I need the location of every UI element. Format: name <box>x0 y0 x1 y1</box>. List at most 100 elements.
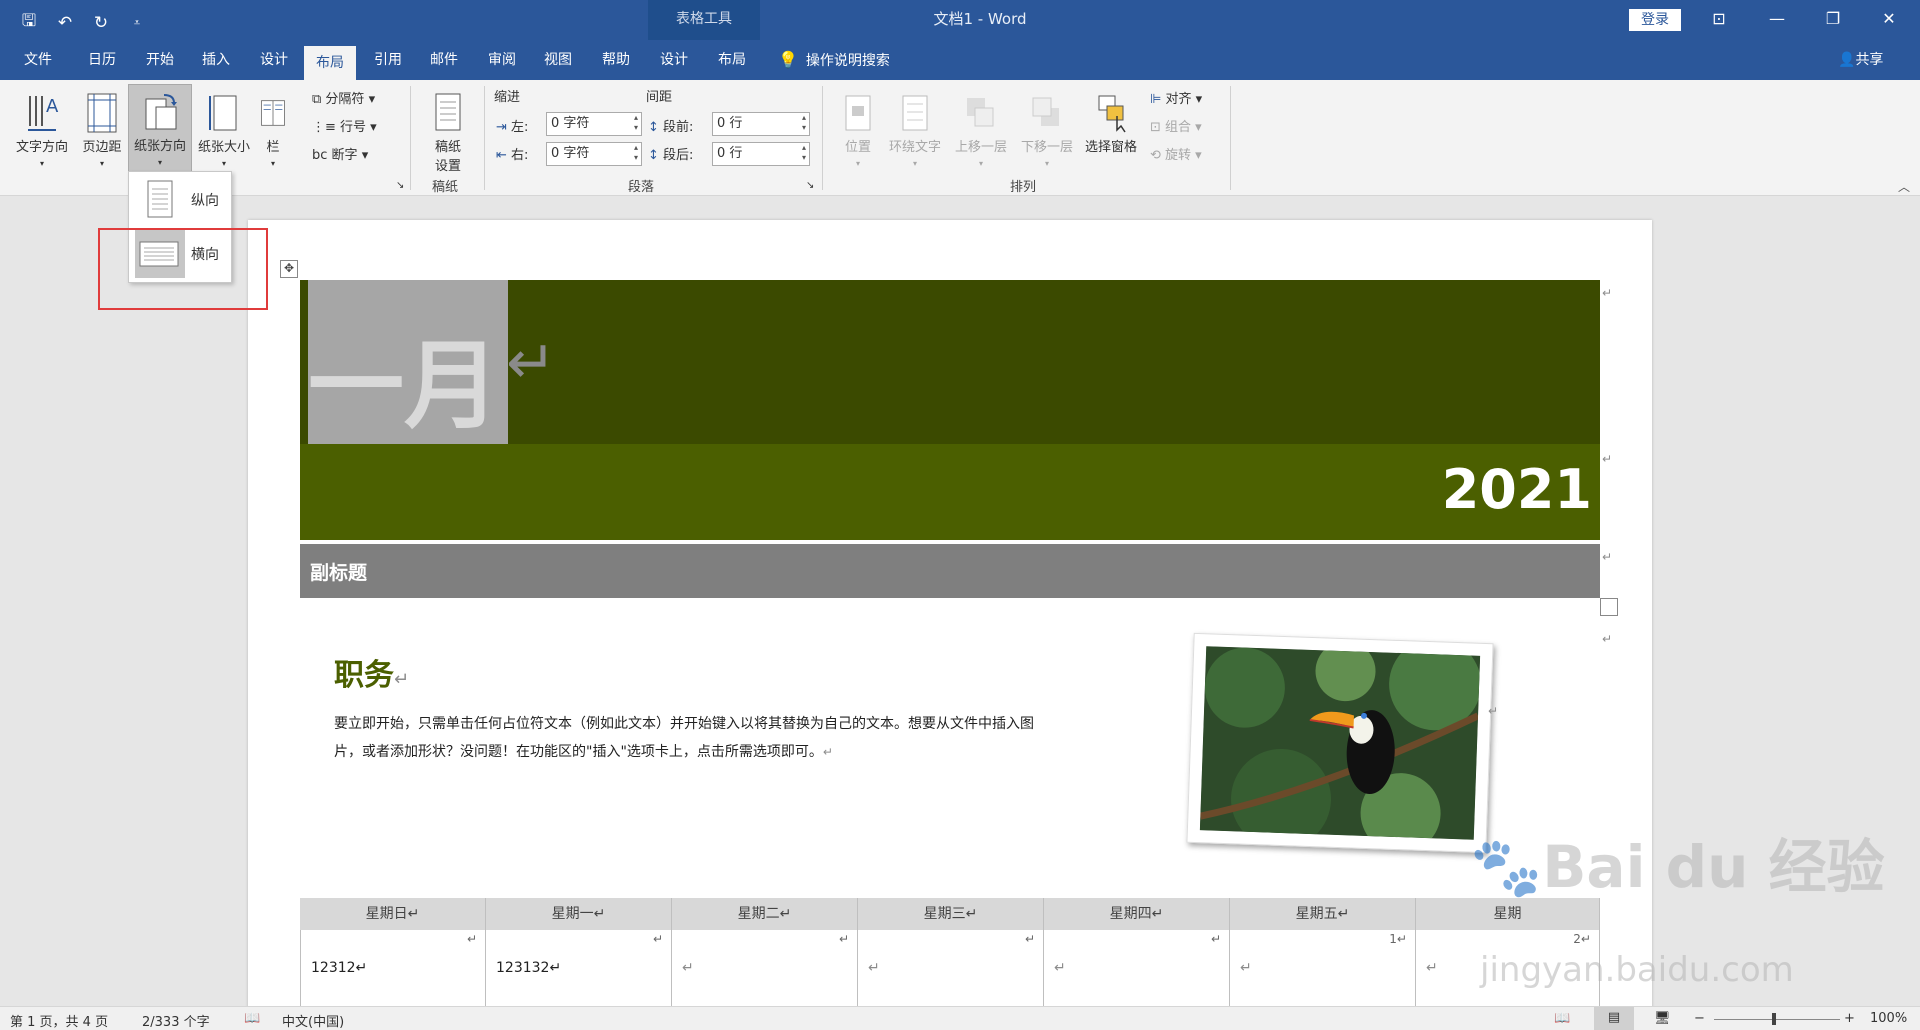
month-title[interactable]: 一月 <box>308 308 500 447</box>
spinner-arrows-icon[interactable]: ▴ ▾ <box>634 143 638 163</box>
subtitle-text[interactable]: 副标题 <box>310 558 367 585</box>
table-resize-handle[interactable] <box>1600 598 1618 616</box>
selection-pane-label: 选择窗格 <box>1084 140 1137 155</box>
restore-button[interactable]: ❐ <box>1810 0 1856 40</box>
body-paragraph[interactable]: 要立即开始，只需单击任何占位符文本（例如此文本）并开始键入以将其替换为自己的文本… <box>334 710 1094 766</box>
toucan-photo[interactable] <box>1186 632 1494 854</box>
rotate-button[interactable]: ⟲ 旋转 ▾ <box>1150 144 1202 163</box>
paragraph-launcher-icon[interactable]: ↘ <box>806 180 814 191</box>
calendar-cell[interactable]: ↵ 123132↵ <box>486 930 672 1010</box>
customize-qat-icon[interactable]: ⩡ <box>126 16 148 30</box>
spinner-arrows-icon[interactable]: ▴ ▾ <box>634 113 638 133</box>
calendar-cell[interactable]: ↵ 12312↵ <box>300 930 486 1010</box>
dropdown-caret-icon: ▾ <box>39 159 44 168</box>
tab-help[interactable]: 帮助 <box>590 40 642 80</box>
share-button[interactable]: 👤共享 <box>1838 40 1883 80</box>
manuscript-setup-button[interactable]: 稿纸 设置 <box>424 86 472 174</box>
zoom-slider[interactable] <box>1714 1019 1840 1020</box>
text-direction-button[interactable]: A 文字方向 ▾ <box>10 86 74 172</box>
spacing-before-input[interactable]: 0 行 ▴ ▾ <box>712 112 810 136</box>
proofing-icon[interactable]: 📖 <box>244 1011 260 1026</box>
orientation-portrait-item[interactable]: 纵向 <box>131 174 229 226</box>
wrap-text-label: 环绕文字 <box>888 140 941 155</box>
indent-right-input[interactable]: 0 字符 ▴ ▾ <box>546 142 642 166</box>
calendar-header-friday[interactable]: 星期五↵ <box>1230 898 1416 930</box>
tab-layout[interactable]: 布局 <box>304 46 356 80</box>
tab-file[interactable]: 文件 <box>12 40 64 80</box>
ribbon-layout: A 文字方向 ▾ 页边距 ▾ 纸张方向 ▾ 纸张大小 ▾ 栏 ▾ ⧉ 分隔符 ▾ ⋮≡ 行… <box>0 80 1920 196</box>
calendar-header-monday[interactable]: 星期一↵ <box>486 898 672 930</box>
margins-button[interactable]: 页边距 ▾ <box>76 86 128 172</box>
zoom-out-button[interactable]: − <box>1694 1011 1705 1026</box>
spacing-after-input[interactable]: 0 行 ▴ ▾ <box>712 142 810 166</box>
line-numbers-icon: ⋮≡ <box>312 120 341 135</box>
minimize-button[interactable]: — <box>1754 0 1800 40</box>
close-button[interactable]: ✕ <box>1866 0 1912 40</box>
tab-view[interactable]: 视图 <box>532 40 584 80</box>
arrange-group-label: 排列 <box>1010 180 1037 195</box>
read-mode-icon[interactable]: 📖 <box>1554 1011 1570 1026</box>
indent-left-input[interactable]: 0 字符 ▴ ▾ <box>546 112 642 136</box>
send-backward-button[interactable]: 下移一层 ▾ <box>1016 86 1078 172</box>
ribbon-display-options-icon[interactable]: ⊡ <box>1696 0 1742 40</box>
calendar-header-thursday[interactable]: 星期四↵ <box>1044 898 1230 930</box>
hyphenation-button[interactable]: bc 断字 ▾ <box>312 144 368 163</box>
tab-mailings[interactable]: 邮件 <box>418 40 470 80</box>
print-layout-icon[interactable]: ▤ <box>1594 1007 1634 1030</box>
cell-corner-mark: ↵ <box>1210 932 1221 946</box>
spinner-arrows-icon[interactable]: ▴ ▾ <box>802 143 806 163</box>
calendar-cell[interactable]: ↵ ↵ <box>858 930 1044 1010</box>
language-status[interactable]: 中文(中国) <box>282 1011 344 1030</box>
word-count-status[interactable]: 2/333 个字 <box>142 1011 210 1030</box>
tab-table-layout[interactable]: 布局 <box>706 40 758 80</box>
tab-references[interactable]: 引用 <box>362 40 414 80</box>
orientation-button[interactable]: 纸张方向 ▾ <box>128 84 192 174</box>
tab-review[interactable]: 审阅 <box>476 40 528 80</box>
page-setup-launcher-icon[interactable]: ↘ <box>396 180 404 191</box>
columns-button[interactable]: 栏 ▾ <box>258 86 288 172</box>
web-layout-icon[interactable]: 🖥 <box>1654 1011 1671 1026</box>
page-count-status[interactable]: 第 1 页，共 4 页 <box>10 1011 108 1030</box>
save-icon[interactable]: 🖫 <box>18 8 40 37</box>
tell-me-search[interactable]: 💡 操作说明搜索 <box>778 40 890 81</box>
redo-icon[interactable]: ↻ <box>90 13 112 33</box>
subtitle-bar <box>300 544 1600 598</box>
document-page[interactable]: 一月 ↵ 2021 副标题 ↵ ↵ ↵ ↵ 职务↵ 要立即开始，只需单击任何占位… <box>248 220 1652 1010</box>
breaks-button[interactable]: ⧉ 分隔符 ▾ <box>312 88 375 107</box>
undo-icon[interactable]: ↶ <box>54 13 76 33</box>
tab-design[interactable]: 设计 <box>248 40 300 80</box>
position-button[interactable]: 位置 ▾ <box>838 86 878 172</box>
zoom-in-button[interactable]: + <box>1844 1011 1855 1026</box>
tab-calendar[interactable]: 日历 <box>76 40 128 80</box>
paw-icon: 🐾 <box>1470 833 1543 901</box>
calendar-header-tuesday[interactable]: 星期二↵ <box>672 898 858 930</box>
calendar-header-wednesday[interactable]: 星期三↵ <box>858 898 1044 930</box>
group-separator <box>484 86 485 190</box>
line-numbers-button[interactable]: ⋮≡ 行号 ▾ <box>312 116 377 135</box>
duty-heading[interactable]: 职务↵ <box>334 650 409 694</box>
login-button[interactable]: 登录 <box>1629 9 1681 31</box>
calendar-cell[interactable]: 1↵ ↵ <box>1230 930 1416 1010</box>
tab-home[interactable]: 开始 <box>134 40 186 80</box>
year-title[interactable]: 2021 <box>1442 458 1592 521</box>
calendar-cell[interactable]: ↵ ↵ <box>672 930 858 1010</box>
size-button[interactable]: 纸张大小 ▾ <box>194 86 254 172</box>
collapse-ribbon-icon[interactable]: ︿ <box>1898 178 1910 195</box>
selection-pane-button[interactable]: 选择窗格 <box>1078 86 1144 172</box>
bring-forward-button[interactable]: 上移一层 ▾ <box>950 86 1012 172</box>
tab-table-design[interactable]: 设计 <box>648 40 700 80</box>
align-button[interactable]: ⊫ 对齐 ▾ <box>1150 88 1202 107</box>
calendar-cell[interactable]: ↵ ↵ <box>1044 930 1230 1010</box>
zoom-slider-thumb[interactable] <box>1772 1013 1776 1025</box>
wrap-text-button[interactable]: 环绕文字 ▾ <box>884 86 946 172</box>
tab-insert[interactable]: 插入 <box>190 40 242 80</box>
spinner-arrows-icon[interactable]: ▴ ▾ <box>802 113 806 133</box>
zoom-level[interactable]: 100% <box>1870 1011 1907 1026</box>
table-move-handle-icon[interactable]: ✥ <box>280 260 298 278</box>
position-icon <box>845 95 871 131</box>
calendar-header-sunday[interactable]: 星期日↵ <box>300 898 486 930</box>
group-button[interactable]: ⊡ 组合 ▾ <box>1150 116 1202 135</box>
cell-date: ↵ <box>868 960 880 976</box>
text-direction-icon: A <box>28 96 59 131</box>
spacing-before-value: 0 行 <box>717 116 743 131</box>
